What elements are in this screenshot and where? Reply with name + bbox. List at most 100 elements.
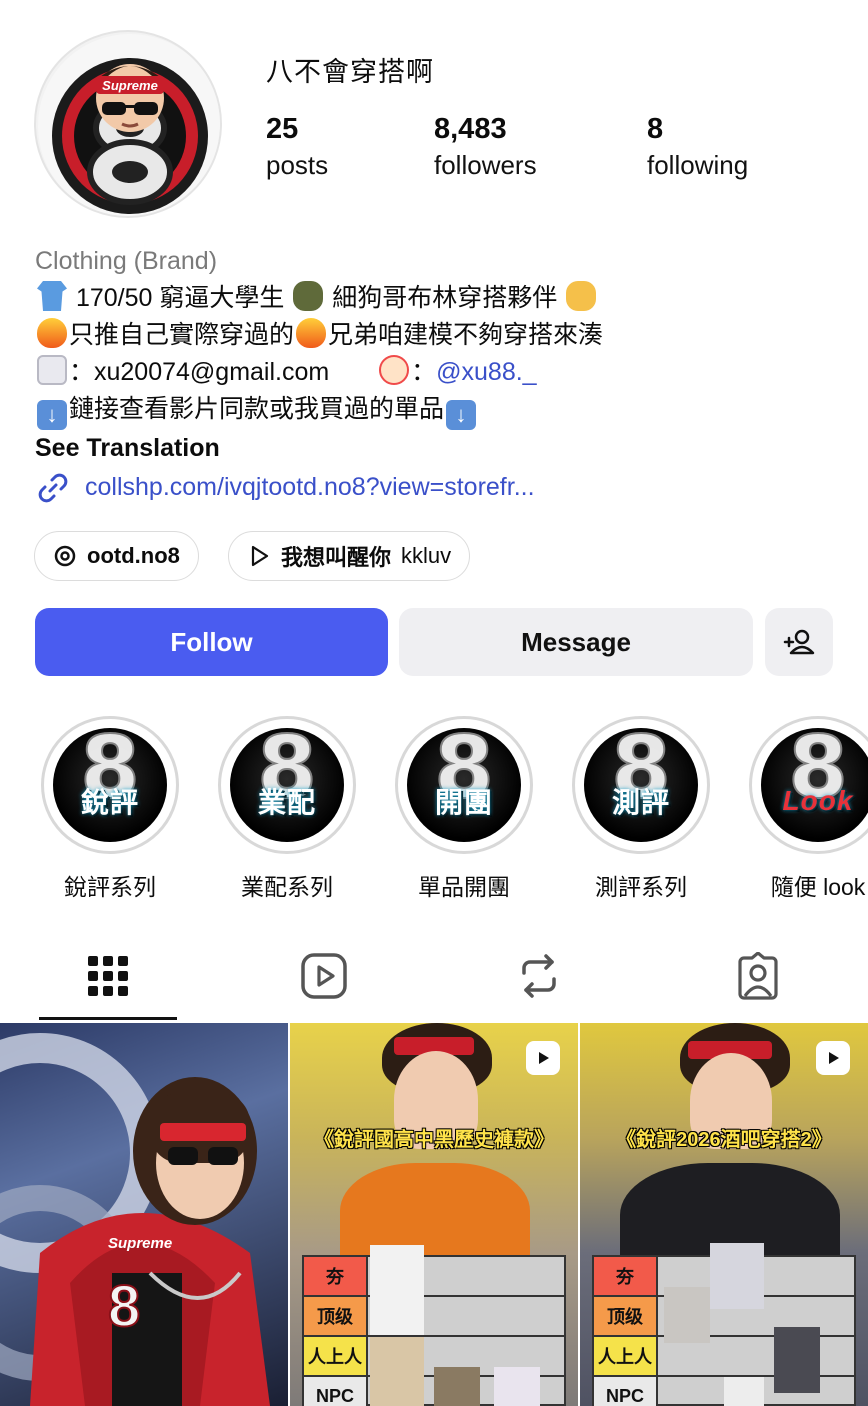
tab-posts-grid[interactable] xyxy=(68,946,148,1006)
tab-reposts[interactable] xyxy=(499,946,579,1006)
tier-item-image xyxy=(494,1367,540,1406)
highlight-cover-tag: 測評 xyxy=(611,787,670,818)
tier-label: NPC xyxy=(304,1377,368,1406)
bio-email[interactable]: ：xu20074@gmail.com xyxy=(69,358,329,386)
bio-mention-link[interactable]: @xu88._ xyxy=(436,358,536,386)
headband-logo-text: Supreme xyxy=(108,1235,173,1252)
post-caption: 《銳評國高中黑歷史褲款》 xyxy=(314,1129,554,1151)
highlight-ring: 8 開團 xyxy=(395,716,533,854)
tier-label: 夯 xyxy=(304,1257,368,1295)
tab-active-indicator xyxy=(39,1017,177,1020)
stat-following-label: following xyxy=(647,150,749,180)
message-button[interactable]: Message xyxy=(399,608,753,676)
bio-line-1-text-a: 170/50 窮逼大學生 xyxy=(75,284,285,312)
grid-icon xyxy=(88,956,128,996)
add-user-icon xyxy=(783,629,815,655)
threads-icon xyxy=(54,545,76,567)
music-chip[interactable]: 我想叫醒你 kkluv xyxy=(228,531,471,581)
highlight-label: 測評系列 xyxy=(595,874,687,900)
follow-button[interactable]: Follow xyxy=(35,608,388,676)
highlight-1[interactable]: 8 銳評 銳評系列 xyxy=(40,716,180,902)
tier-item-image xyxy=(370,1337,424,1406)
highlight-3[interactable]: 8 開團 單品開團 xyxy=(394,716,534,902)
repost-icon xyxy=(522,954,556,998)
threads-chip[interactable]: ootd.no8 xyxy=(34,531,199,581)
highlight-cover-tag: Look xyxy=(782,785,854,816)
tier-label: 人上人 xyxy=(304,1337,368,1375)
highlight-ring: 8 測評 xyxy=(572,716,710,854)
stat-posts-label: posts xyxy=(266,150,329,180)
post-caption: 《銳評2026酒吧穿搭2》 xyxy=(616,1129,832,1151)
stat-following[interactable]: 8 following xyxy=(647,110,748,182)
highlight-cover-tag: 業配 xyxy=(257,787,316,818)
bio-line-3: ：xu20074@gmail.com ：@xu88._ xyxy=(35,354,855,391)
tab-tagged[interactable] xyxy=(718,946,798,1006)
highlight-2[interactable]: 8 業配 業配系列 xyxy=(217,716,357,902)
bio-line-1: 170/50 窮逼大學生 細狗哥布林穿搭夥伴 xyxy=(35,280,855,317)
bio-separator: ： xyxy=(411,358,437,386)
highlight-ring: 8 業配 xyxy=(218,716,356,854)
tier-label: 顶级 xyxy=(304,1297,368,1335)
tier-label: 夯 xyxy=(594,1257,658,1295)
highlight-ring: 8 Look xyxy=(749,716,868,854)
highlight-ring: 8 銳評 xyxy=(41,716,179,854)
tagged-person-icon xyxy=(738,952,778,1000)
highlight-label: 銳評系列 xyxy=(64,874,156,900)
play-icon xyxy=(251,545,269,567)
profile-avatar[interactable]: Supreme xyxy=(34,30,222,218)
stat-followers[interactable]: 8,483 followers xyxy=(434,110,537,182)
bio-link-text[interactable]: collshp.com/ivqjtootd.no8?view=storefr..… xyxy=(85,469,535,506)
threads-handle: ootd.no8 xyxy=(87,543,180,568)
highlight-cover: 8 銳評 xyxy=(53,728,167,842)
stat-followers-label: followers xyxy=(434,150,537,180)
stat-posts[interactable]: 25 posts xyxy=(266,110,328,182)
tier-item-image xyxy=(724,1377,764,1406)
highlight-label: 隨便 look xyxy=(770,874,866,900)
bio-line-1-text-b: 細狗哥布林穿搭夥伴 xyxy=(332,284,558,312)
profile-bio: Clothing (Brand) 170/50 窮逼大學生 細狗哥布林穿搭夥伴 … xyxy=(35,243,855,506)
bio-line-4: ↓ 鏈接查看影片同款或我買過的單品 ↓ xyxy=(35,391,855,430)
tier-item-image xyxy=(774,1327,820,1393)
post-thumbnail-1[interactable]: Supreme 8 xyxy=(0,1023,288,1406)
tier-item-image xyxy=(710,1243,764,1309)
reels-icon xyxy=(301,953,347,999)
highlight-5[interactable]: 8 Look 隨便 look xyxy=(748,716,868,902)
highlight-cover: 8 開團 xyxy=(407,728,521,842)
post-image-illustration xyxy=(0,1033,270,1406)
stat-posts-value: 25 xyxy=(266,113,299,145)
post-thumbnail-3[interactable]: 《銳評2026酒吧穿搭2》 夯 顶级 人上人 NPC xyxy=(580,1023,868,1406)
tier-item-image xyxy=(434,1367,480,1406)
bio-line-2-text-a: 只推自己實際穿過的 xyxy=(69,321,295,349)
reel-badge-icon xyxy=(526,1041,560,1075)
tier-label: 人上人 xyxy=(594,1337,658,1375)
bio-external-link[interactable]: collshp.com/ivqjtootd.no8?view=storefr..… xyxy=(35,469,855,506)
fist-icon xyxy=(566,281,597,311)
tier-label: 顶级 xyxy=(594,1297,658,1335)
troll-icon xyxy=(293,281,324,311)
highlight-cover-tag: 銳評 xyxy=(80,787,139,818)
stat-following-value: 8 xyxy=(647,113,664,145)
suggested-users-button[interactable] xyxy=(765,608,833,676)
music-artist: kkluv xyxy=(401,543,452,568)
highlight-label: 業配系列 xyxy=(241,874,333,900)
see-translation-button[interactable]: See Translation xyxy=(35,430,855,467)
tab-reels[interactable] xyxy=(284,946,364,1006)
down-arrow-icon: ↓ xyxy=(37,400,67,430)
stat-followers-value: 8,483 xyxy=(434,113,507,145)
highlight-cover-tag: 開團 xyxy=(434,787,493,818)
highlight-cover: 8 業配 xyxy=(230,728,344,842)
reel-badge-icon xyxy=(816,1041,850,1075)
highlight-cover: 8 Look xyxy=(761,728,868,842)
clown-icon xyxy=(379,355,410,385)
highlight-4[interactable]: 8 測評 測評系列 xyxy=(571,716,711,902)
highlight-label: 單品開團 xyxy=(418,874,510,900)
down-arrow-icon: ↓ xyxy=(446,400,477,430)
fire-icon xyxy=(37,318,67,348)
tier-item-image xyxy=(664,1287,710,1343)
music-song: 我想叫醒你 xyxy=(281,545,392,570)
post-thumbnail-2[interactable]: 《銳評國高中黑歷史褲款》 夯 顶级 人上人 NPC xyxy=(290,1023,578,1406)
avatar-logo: Supreme xyxy=(38,34,220,216)
fire-icon xyxy=(296,318,327,348)
envelope-icon xyxy=(37,355,67,385)
bio-line-2: 只推自己實際穿過的 兄弟咱建模不夠穿搭來湊 xyxy=(35,317,855,354)
